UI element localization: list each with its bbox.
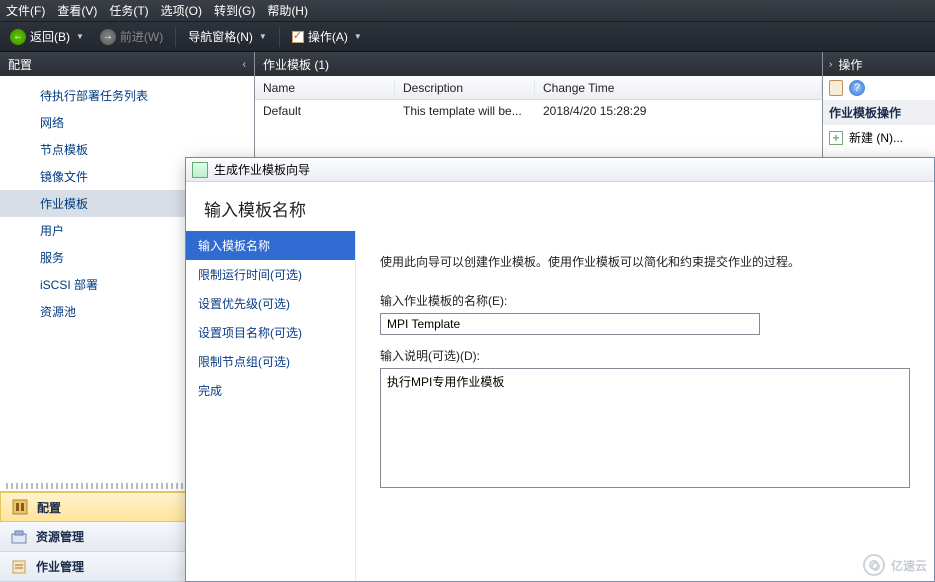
cell-desc: This template will be... — [395, 104, 535, 118]
menu-view[interactable]: 查看(V) — [57, 2, 97, 19]
actions-toolbar: ? — [823, 76, 935, 100]
toolbar-separator — [175, 27, 176, 47]
wizard-title: 生成作业模板向导 — [214, 161, 310, 178]
actions-button[interactable]: 操作(A) ▼ — [286, 26, 368, 47]
grid-header: Name Description Change Time — [255, 76, 822, 100]
nav-job-label: 作业管理 — [36, 558, 84, 575]
template-desc-label: 输入说明(可选)(D): — [380, 347, 910, 364]
forward-arrow-icon: → — [100, 29, 116, 45]
step-finish[interactable]: 完成 — [186, 376, 355, 405]
template-desc-input[interactable] — [380, 368, 910, 488]
actions-panel-title: 操作 — [838, 56, 862, 73]
resource-icon — [10, 528, 28, 546]
step-set-project[interactable]: 设置项目名称(可选) — [186, 318, 355, 347]
back-arrow-icon: ← — [10, 29, 26, 45]
wizard-titlebar[interactable]: 生成作业模板向导 — [186, 158, 934, 182]
chevron-right-icon[interactable]: › — [829, 59, 832, 70]
job-template-panel-header: 作业模板 (1) — [255, 52, 822, 76]
tree-pending-deploy[interactable]: 待执行部署任务列表 — [0, 82, 254, 109]
check-icon — [292, 31, 304, 43]
nav-resource-label: 资源管理 — [36, 528, 84, 545]
actions-panel-header: › 操作 — [823, 52, 935, 76]
menu-goto[interactable]: 转到(G) — [214, 2, 255, 19]
col-name[interactable]: Name — [255, 81, 395, 95]
wizard-form: 使用此向导可以创建作业模板。使用作业模板可以简化和约束提交作业的过程。 输入作业… — [356, 231, 934, 581]
config-icon — [11, 498, 29, 516]
forward-button: → 前进(W) — [94, 26, 169, 47]
cell-name: Default — [255, 104, 395, 118]
dropdown-icon: ▼ — [259, 32, 267, 41]
job-template-panel-title: 作业模板 (1) — [263, 56, 329, 73]
col-desc[interactable]: Description — [395, 81, 535, 95]
config-panel-header: 配置 ‹ — [0, 52, 254, 76]
menu-help[interactable]: 帮助(H) — [267, 2, 308, 19]
toolbar-separator — [279, 27, 280, 47]
back-label: 返回(B) — [30, 28, 70, 45]
clipboard-icon[interactable] — [829, 80, 843, 96]
back-button[interactable]: ← 返回(B) ▼ — [4, 26, 90, 47]
job-icon — [10, 558, 28, 576]
create-job-template-wizard: 生成作业模板向导 输入模板名称 输入模板名称 限制运行时间(可选) 设置优先级(… — [185, 157, 935, 582]
step-limit-runtime[interactable]: 限制运行时间(可选) — [186, 260, 355, 289]
col-time[interactable]: Change Time — [535, 81, 822, 95]
menu-bar: 文件(F) 查看(V) 任务(T) 选项(O) 转到(G) 帮助(H) — [0, 0, 935, 22]
wizard-heading: 输入模板名称 — [186, 182, 934, 231]
step-limit-nodegroup[interactable]: 限制节点组(可选) — [186, 347, 355, 376]
table-row[interactable]: Default This template will be... 2018/4/… — [255, 100, 822, 122]
actions-section-title: 作业模板操作 — [823, 100, 935, 125]
action-new[interactable]: + 新建 (N)... — [823, 125, 935, 150]
wizard-steps: 输入模板名称 限制运行时间(可选) 设置优先级(可选) 设置项目名称(可选) 限… — [186, 231, 356, 581]
template-name-input[interactable] — [380, 313, 760, 335]
tree-network[interactable]: 网络 — [0, 109, 254, 136]
chevron-left-icon[interactable]: ‹ — [243, 59, 246, 70]
dropdown-icon: ▼ — [76, 32, 84, 41]
config-panel-title: 配置 — [8, 56, 32, 73]
plus-icon: + — [829, 131, 843, 145]
menu-file[interactable]: 文件(F) — [6, 2, 45, 19]
step-set-priority[interactable]: 设置优先级(可选) — [186, 289, 355, 318]
toolbar: ← 返回(B) ▼ → 前进(W) 导航窗格(N) ▼ 操作(A) ▼ — [0, 22, 935, 52]
dropdown-icon: ▼ — [354, 32, 362, 41]
navpane-label: 导航窗格(N) — [188, 28, 253, 45]
actions-label: 操作(A) — [308, 28, 348, 45]
wizard-intro-text: 使用此向导可以创建作业模板。使用作业模板可以简化和约束提交作业的过程。 — [380, 253, 910, 270]
navpane-button[interactable]: 导航窗格(N) ▼ — [182, 26, 273, 47]
help-icon[interactable]: ? — [849, 80, 865, 96]
cell-time: 2018/4/20 15:28:29 — [535, 104, 822, 118]
menu-options[interactable]: 选项(O) — [161, 2, 202, 19]
template-name-label: 输入作业模板的名称(E): — [380, 292, 910, 309]
wizard-icon — [192, 162, 208, 178]
step-enter-name[interactable]: 输入模板名称 — [186, 231, 355, 260]
nav-config-label: 配置 — [37, 499, 61, 516]
action-new-label: 新建 (N)... — [849, 129, 903, 146]
menu-tasks[interactable]: 任务(T) — [109, 2, 148, 19]
forward-label: 前进(W) — [120, 28, 163, 45]
